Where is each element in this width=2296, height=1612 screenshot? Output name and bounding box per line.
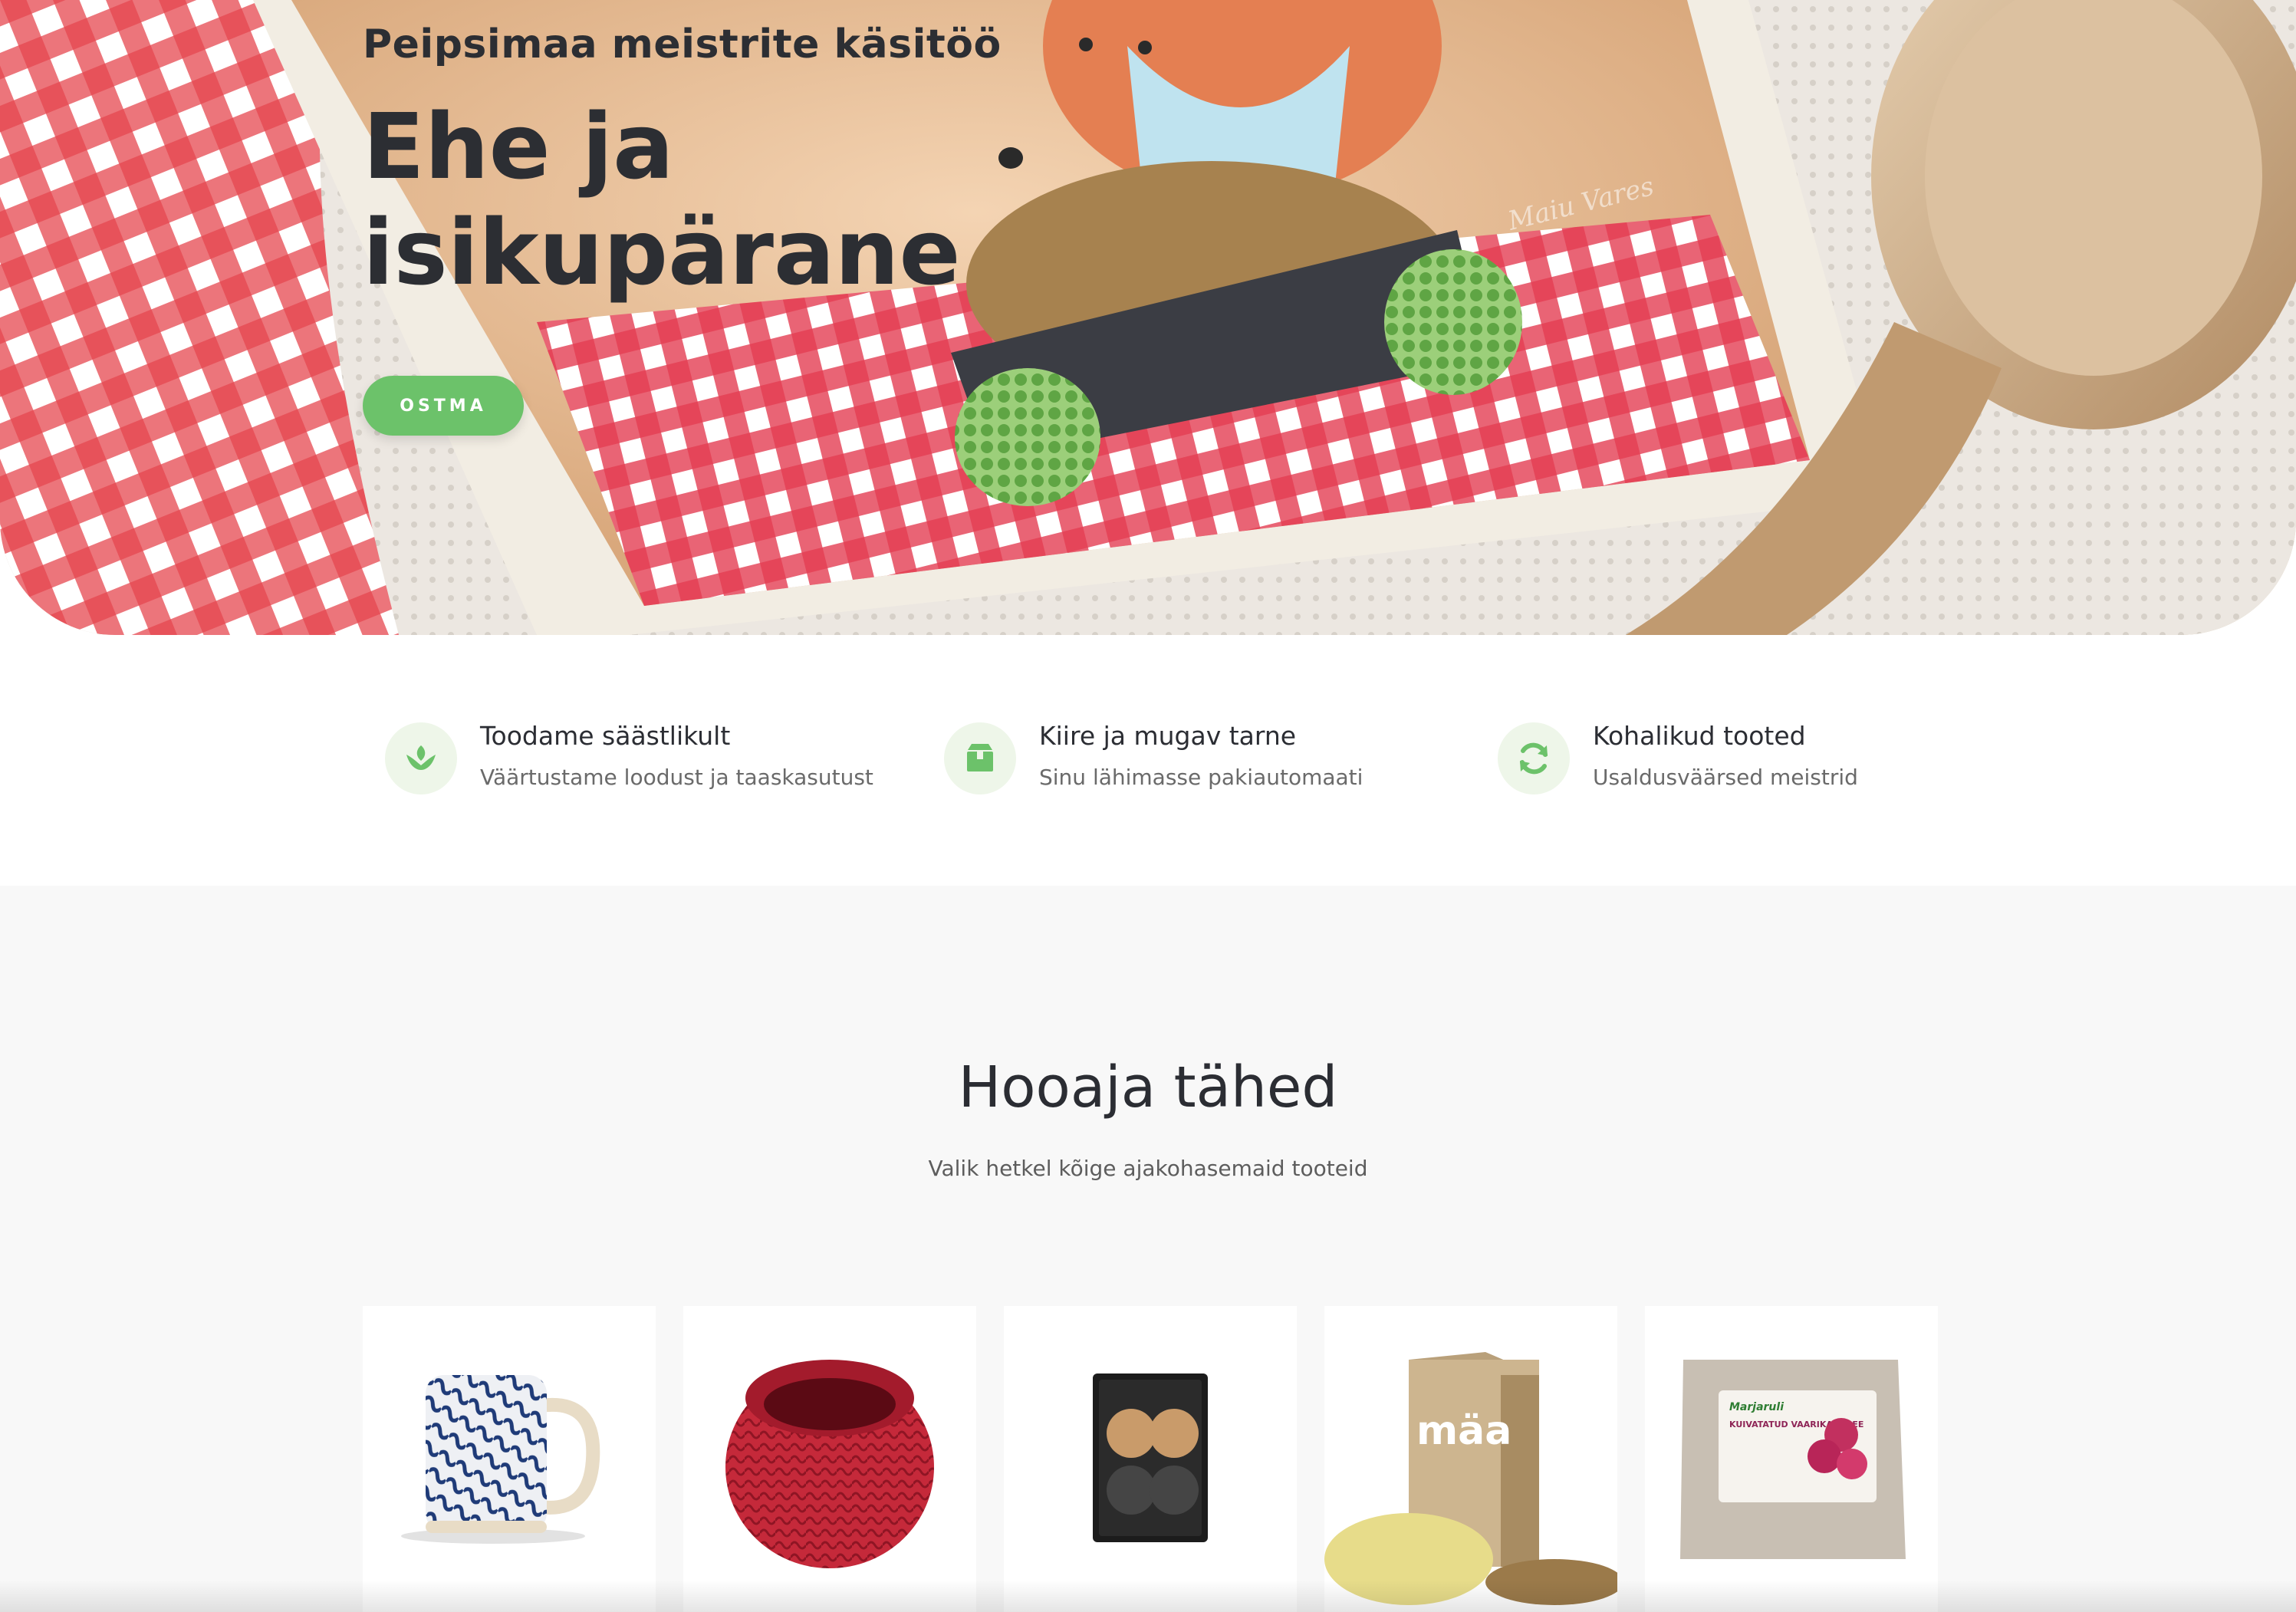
leaf-icon (385, 722, 457, 794)
product-image (401, 1375, 600, 1544)
hero-text: Peipsimaa meistrite käsitöö Ehe ja isiku… (363, 21, 1053, 305)
feature-title: Kohalikud tooted (1593, 721, 1806, 751)
features-row: Toodame säästlikult Väärtustame loodust … (0, 713, 2296, 805)
refresh-icon (1498, 722, 1570, 794)
product-card[interactable] (683, 1306, 976, 1612)
feature-title: Kiire ja mugav tarne (1039, 721, 1297, 751)
product-card[interactable]: mäa (1324, 1306, 1617, 1612)
product-image: Marjaruli KUIVATATUD VAARIKAPÜREE (1680, 1360, 1906, 1559)
hero-image: Maiu Vares (0, 0, 2296, 635)
bottom-shadow (0, 1580, 2296, 1612)
product-image (725, 1360, 934, 1568)
feature-local: Kohalikud tooted Usaldusväärsed meistrid (1498, 713, 1858, 794)
feature-delivery: Kiire ja mugav tarne Sinu lähimasse paki… (944, 713, 1363, 794)
hero-title: Ehe ja isikupärane (363, 94, 961, 305)
product-image (1093, 1373, 1208, 1542)
season-section: Hooaja tähed Valik hetkel kõige ajakohas… (0, 886, 2296, 1612)
section-title: Hooaja tähed (958, 1054, 1338, 1120)
product-image: mäa (1324, 1352, 1617, 1605)
section-subtitle: Valik hetkel kõige ajakohasemaid tooteid (928, 1156, 1368, 1181)
feature-title: Toodame säästlikult (480, 721, 731, 751)
feature-description: Väärtustame loodust ja taaskasutust (480, 765, 873, 790)
hero-banner: Maiu Vares Peipsimaa meistrite käsitöö E… (0, 0, 2296, 635)
product-brand: Marjaruli (1729, 1401, 1784, 1413)
feature-description: Usaldusväärsed meistrid (1593, 765, 1858, 790)
box-icon (944, 722, 1016, 794)
product-card[interactable]: Marjaruli KUIVATATUD VAARIKAPÜREE (1645, 1306, 1938, 1612)
product-card[interactable] (1004, 1306, 1297, 1612)
product-grid: mäa Marjaruli KUIVATATUD VAARIKAPÜREE (363, 1306, 1938, 1612)
feature-sustainable: Toodame säästlikult Väärtustame loodust … (385, 713, 873, 794)
shop-button[interactable]: OSTMA (363, 376, 524, 436)
feature-description: Sinu lähimasse pakiautomaati (1039, 765, 1363, 790)
product-brand: mäa (1416, 1408, 1511, 1454)
hero-subtitle: Peipsimaa meistrite käsitöö (363, 21, 1002, 67)
product-card[interactable] (363, 1306, 656, 1612)
